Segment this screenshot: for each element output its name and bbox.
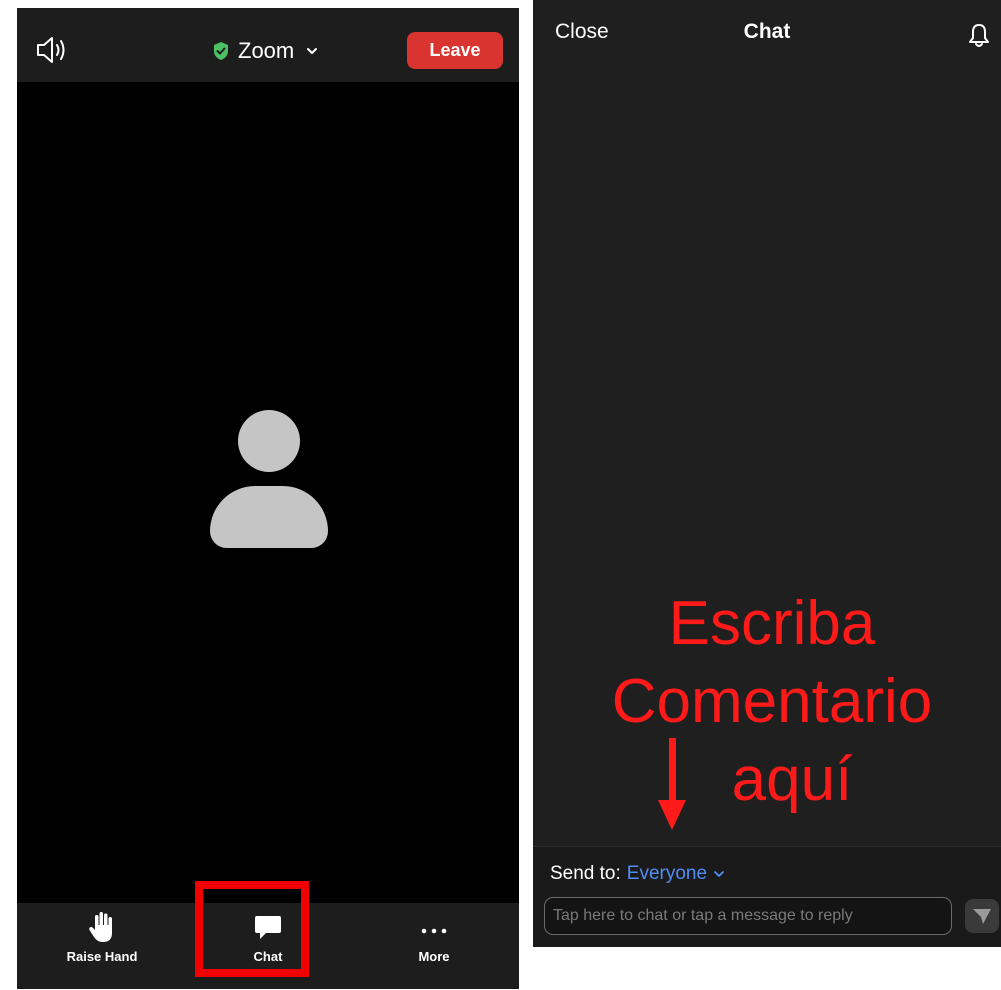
send-icon	[973, 909, 991, 924]
bell-icon[interactable]	[965, 22, 993, 50]
send-to-recipient[interactable]: Everyone	[627, 863, 707, 885]
meeting-screen: Zoom Leave Raise Hand Chat More	[17, 8, 519, 989]
chat-message-input[interactable]	[544, 897, 952, 935]
leave-button[interactable]: Leave	[407, 32, 503, 69]
annotation-line-1: Escriba	[668, 589, 876, 658]
chat-highlight-box	[195, 881, 309, 977]
raised-hand-icon	[89, 912, 112, 942]
more-button[interactable]: More	[379, 911, 489, 981]
annotation-line-3: aquí	[731, 745, 853, 814]
meeting-title-dropdown[interactable]: Zoom	[212, 36, 318, 66]
chat-title: Chat	[743, 20, 791, 43]
meeting-title: Zoom	[238, 38, 295, 63]
meeting-top-bar: Zoom Leave	[17, 8, 519, 82]
avatar-head	[238, 410, 300, 472]
chat-compose-area: Send to: Everyone	[533, 846, 1001, 947]
send-to-selector[interactable]: Send to: Everyone	[550, 863, 725, 885]
chevron-down-icon	[307, 48, 318, 54]
annotation-arrow-icon	[658, 738, 686, 830]
speaker-icon[interactable]	[35, 35, 73, 65]
raise-hand-button[interactable]: Raise Hand	[47, 911, 157, 981]
send-button[interactable]	[965, 899, 999, 933]
chat-screen: Close Chat Escriba Comentario aquí Send …	[533, 0, 1001, 947]
more-label: More	[418, 949, 450, 964]
send-to-label: Send to:	[550, 863, 621, 884]
ellipsis-icon	[421, 928, 447, 934]
shield-check-icon	[214, 42, 228, 60]
chevron-down-icon	[714, 871, 724, 877]
annotation-line-2: Comentario	[611, 667, 933, 736]
avatar-body	[210, 486, 328, 548]
raise-hand-label: Raise Hand	[66, 949, 138, 964]
participant-avatar	[210, 410, 328, 548]
annotation-text: Escriba Comentario aquí	[597, 585, 947, 819]
